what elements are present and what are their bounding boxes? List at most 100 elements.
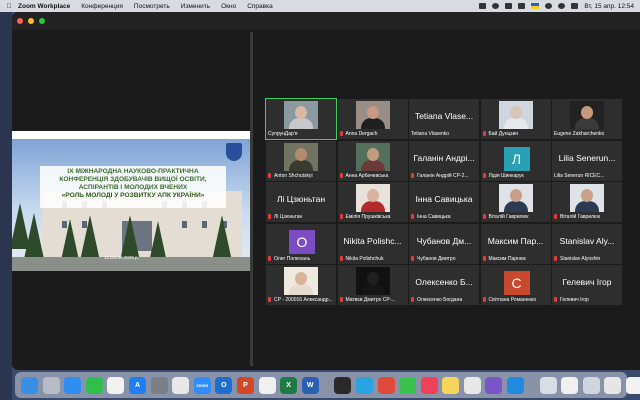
minimize-window-icon[interactable] — [28, 18, 34, 24]
zoom-tray-icon[interactable] — [479, 3, 487, 9]
menu-conference[interactable]: Конференция — [81, 3, 123, 10]
muted-mic-icon — [339, 297, 343, 302]
participant-tile[interactable]: Емілія Прушківська — [337, 182, 408, 222]
bars-icon[interactable] — [463, 376, 481, 394]
facetime-icon[interactable] — [85, 376, 103, 394]
participant-name-label: Stanislav Alyoshin — [554, 255, 620, 262]
chat-tray-icon[interactable] — [492, 3, 500, 9]
participant-tile[interactable]: Анна Арбачевська — [337, 140, 408, 181]
person-torso — [360, 159, 385, 171]
dock-separator — [328, 376, 330, 394]
menu-help[interactable]: Справка — [247, 3, 273, 10]
participant-tile[interactable]: Anna Dergach — [337, 99, 408, 139]
participant-tile[interactable]: СР - 200016 Александр... — [266, 265, 336, 305]
participant-tile[interactable]: Л Лідія Шинкарук — [480, 140, 551, 181]
participant-tile[interactable]: Бай Дунцзин — [480, 99, 551, 139]
muted-mic-icon — [482, 297, 486, 302]
participant-video — [355, 267, 390, 295]
participant-tile[interactable]: Віталій Гаврилюк — [480, 182, 551, 222]
archive-icon[interactable] — [604, 376, 622, 394]
participant-tile[interactable]: Інна Савицька Інна Савицька — [409, 182, 479, 222]
calendar-icon[interactable] — [107, 376, 125, 394]
participant-tile[interactable]: Олексенко Б... Олексенко Богдана — [409, 265, 479, 305]
participant-name: Анна Арбачевська — [345, 172, 389, 179]
participant-tile[interactable]: Матвєв Дмитро СР-... — [337, 265, 408, 305]
file-icon[interactable] — [626, 376, 640, 394]
control-center-icon[interactable] — [571, 3, 579, 9]
close-window-icon[interactable] — [17, 18, 23, 24]
finder-icon[interactable] — [21, 376, 38, 394]
clock[interactable]: Вт, 15 апр. 12:54 — [584, 3, 634, 10]
participant-name: Чубанов Дмитро — [417, 255, 456, 262]
search-icon[interactable] — [558, 3, 566, 9]
chrome-icon[interactable] — [172, 376, 190, 394]
notes-icon[interactable] — [442, 376, 460, 394]
battery-icon[interactable] — [518, 3, 526, 9]
participant-name-label: Олег Полюхань — [268, 255, 334, 262]
keynote-icon[interactable] — [507, 376, 525, 394]
participant-tile[interactable]: Eugene Zakharchenko — [552, 99, 622, 139]
browser-icon[interactable] — [377, 376, 395, 394]
participant-video — [355, 184, 390, 212]
wifi-icon[interactable] — [545, 3, 553, 9]
photos-icon[interactable] — [258, 376, 276, 394]
participant-name: Максим Парнюк — [488, 255, 526, 262]
participant-tile[interactable]: Anton Shchutskyi — [266, 140, 336, 181]
participant-tile[interactable]: О Олег Полюхань — [266, 223, 336, 264]
telegram-icon[interactable] — [355, 376, 373, 394]
powerpoint-icon[interactable]: P — [236, 376, 254, 394]
safari-icon[interactable] — [64, 376, 82, 394]
music-icon[interactable] — [420, 376, 438, 394]
terminal-icon[interactable] — [334, 376, 352, 394]
menu-window[interactable]: Окно — [221, 3, 236, 10]
camera-tray-icon[interactable] — [505, 3, 513, 9]
viber-icon[interactable] — [485, 376, 503, 394]
participant-tile[interactable]: С Світлана Романенко — [480, 265, 551, 305]
keyboard-layout-flag-icon[interactable] — [531, 3, 540, 9]
participant-name: Tetiana Vlasenko — [411, 131, 450, 137]
participant-tile[interactable]: Stanislav Aly... Stanislav Alyoshin — [552, 223, 622, 264]
preview-icon[interactable] — [582, 376, 600, 394]
participant-tile[interactable]: Максим Пар... Максим Парнюк — [480, 223, 551, 264]
participant-display-name: Чубанов Дм... — [416, 235, 472, 246]
participant-tile[interactable]: Галанін Андрі... Галанін Андрій СР-2... — [409, 140, 479, 181]
participant-avatar: Л — [503, 146, 530, 171]
participant-display-name: Lilia Senerun... — [558, 152, 616, 163]
participant-tile[interactable]: Nikita Polishc... Nikita Polishchuk — [337, 223, 408, 264]
excel-icon[interactable]: X — [280, 376, 298, 394]
zoom-window-icon[interactable] — [39, 18, 45, 24]
participant-name: Віталій Гаврилюк — [560, 214, 600, 220]
participant-tile[interactable]: Лі Цзюньтан Лі Цзюньтан — [266, 182, 336, 222]
participant-display-name: Гелевич Ігор — [562, 277, 612, 287]
apple-menu-icon[interactable]:  — [0, 3, 18, 10]
menu-edit[interactable]: Изменить — [181, 3, 210, 10]
menu-view[interactable]: Посмотреть — [134, 3, 170, 10]
menu-app-name[interactable]: Zoom Workplace — [18, 3, 70, 10]
messages-icon[interactable] — [399, 376, 417, 394]
participant-tile[interactable]: Віталій Гаврилюк — [552, 182, 622, 222]
settings-icon[interactable] — [150, 376, 168, 394]
person-torso — [575, 118, 599, 129]
participant-tile[interactable]: Чубанов Дм... Чубанов Дмитро — [409, 223, 479, 264]
launchpad-icon[interactable] — [42, 376, 60, 394]
split-view-divider[interactable] — [250, 32, 253, 366]
outlook-icon[interactable]: O — [215, 376, 233, 394]
document-icon[interactable] — [561, 376, 579, 394]
muted-mic-icon — [268, 172, 271, 178]
participant-name: Олексенко Богдана — [417, 297, 463, 303]
participant-video — [498, 184, 533, 212]
participant-name: Гелевич Ігор — [560, 297, 589, 303]
participant-name-label: Tetiana Vlasenko — [411, 131, 477, 137]
participant-tile[interactable]: Lilia Senerun... Lilia Senerun RICEC... — [552, 140, 622, 181]
word-icon[interactable]: W — [301, 376, 319, 394]
participant-tile[interactable]: Гелевич Ігор Гелевич Ігор — [552, 265, 622, 305]
university-emblem-icon — [226, 143, 242, 161]
participant-tile[interactable]: Tetiana Vlase... Tetiana Vlasenko — [409, 99, 479, 139]
finder-window-icon[interactable] — [539, 376, 557, 394]
zoom-icon[interactable]: zoom — [193, 376, 211, 394]
participant-name: Stanislav Alyoshin — [560, 255, 601, 262]
appstore-icon[interactable]: A — [128, 376, 146, 394]
participant-name: Матвєв Дмитро СР-... — [345, 297, 396, 303]
participant-tile[interactable]: СупрунДар'я — [265, 98, 337, 140]
desktop-background — [0, 12, 12, 400]
